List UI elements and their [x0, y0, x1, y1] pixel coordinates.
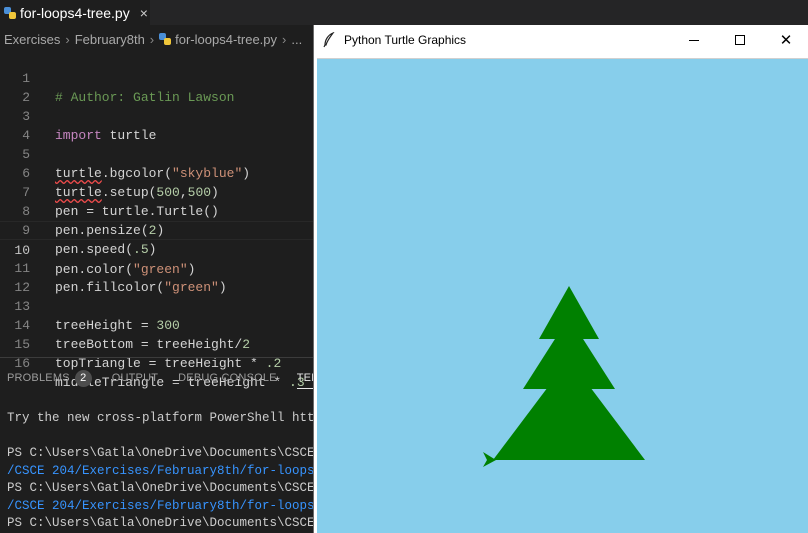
maximize-button[interactable] — [717, 25, 763, 55]
maximize-icon — [735, 35, 745, 45]
code-line: 1 # Author: Gatlin Lawson — [0, 50, 320, 105]
close-icon: ✕ — [779, 32, 793, 49]
code-line-active: 10 pen.color("green") — [0, 221, 320, 277]
editor-tab-bar: for-loops4-tree.py × — [0, 0, 808, 25]
tab-label: PROBLEMS — [7, 372, 70, 384]
terminal-line: PS C:\Users\Gatla\OneDrive\Documents\CSC… — [7, 516, 315, 530]
close-tab-icon[interactable]: × — [140, 5, 148, 21]
breadcrumb: Exercises › February8th › for-loops4-tre… — [0, 28, 320, 50]
python-file-icon — [4, 6, 16, 19]
tab-for-loops4-tree[interactable]: for-loops4-tree.py × — [0, 0, 150, 25]
terminal-line: PS C:\Users\Gatla\OneDrive\Documents\CSC… — [7, 446, 315, 460]
turtle-canvas[interactable] — [317, 58, 808, 533]
breadcrumb-separator: › — [65, 31, 70, 47]
tab-debug-console[interactable]: DEBUG CONSOLE — [178, 372, 277, 384]
code-line: 4 — [0, 107, 320, 143]
breadcrumb-separator: › — [149, 31, 155, 47]
code-line: 5 turtle.bgcolor("skyblue") — [0, 126, 320, 181]
terminal-path-link[interactable]: /CSCE 204/Exercises/February8th/for-loop… — [7, 498, 320, 516]
feather-icon — [322, 31, 338, 48]
code-editor[interactable]: 1 # Author: Gatlin Lawson 2 3 import tur… — [0, 50, 320, 390]
close-button[interactable]: ✕ — [763, 25, 808, 55]
breadcrumb-separator: › — [282, 31, 287, 47]
code-line: 16 middleTriangle = treeHeight * .3 — [0, 335, 320, 390]
breadcrumb-february8th[interactable]: February8th — [75, 32, 145, 47]
code-line: 13 treeHeight = 300 — [0, 278, 320, 333]
minimize-icon — [689, 39, 699, 41]
tab-filename: for-loops4-tree.py — [20, 4, 130, 21]
terminal-line: PS C:\Users\Gatla\OneDrive\Documents\CSC… — [7, 481, 315, 495]
code-line: 15 topTriangle = treeHeight * .2 — [0, 316, 320, 371]
breadcrumb-exercises[interactable]: Exercises — [4, 32, 60, 47]
code-line: 3 import turtle — [0, 88, 320, 143]
turtle-graphics-window: Python Turtle Graphics ✕ — [313, 25, 808, 533]
panel-tab-bar: PROBLEMS 2 OUTPUT DEBUG CONSOLE TERMINAL — [0, 358, 354, 398]
terminal-output[interactable]: Try the new cross-platform PowerShell ht… — [7, 410, 320, 533]
python-file-icon — [159, 33, 172, 45]
tab-label: OUTPUT — [111, 372, 159, 384]
terminal-path-link[interactable]: /CSCE 204/Exercises/February8th/for-loop… — [7, 463, 320, 481]
breadcrumb-more[interactable]: ... — [291, 32, 302, 47]
window-titlebar[interactable]: Python Turtle Graphics ✕ — [314, 25, 808, 55]
canvas-background — [317, 59, 808, 533]
tab-problems[interactable]: PROBLEMS 2 — [7, 369, 92, 387]
minimize-button[interactable] — [671, 25, 717, 55]
code-line: 14 treeBottom = treeHeight/2 — [0, 297, 320, 352]
turtle-drawing — [317, 59, 808, 533]
breadcrumb-file[interactable]: for-loops4-tree.py — [175, 32, 277, 47]
code-line: 9 pen.speed(.5) — [0, 202, 320, 257]
problems-count-badge: 2 — [74, 369, 92, 387]
terminal-line: Try the new cross-platform PowerShell ht… — [7, 411, 320, 425]
code-line: 6 turtle.setup(500,500) — [0, 145, 320, 200]
code-line: 12 — [0, 259, 320, 295]
tab-label: DEBUG CONSOLE — [178, 372, 277, 384]
code-line: 8 pen.pensize(2) — [0, 183, 320, 238]
code-line: 11 pen.fillcolor("green") — [0, 240, 320, 295]
code-line: 7 pen = turtle.Turtle() — [0, 164, 320, 219]
code-line: 2 — [0, 69, 320, 105]
window-title: Python Turtle Graphics — [344, 33, 467, 47]
tab-output[interactable]: OUTPUT — [112, 372, 158, 384]
